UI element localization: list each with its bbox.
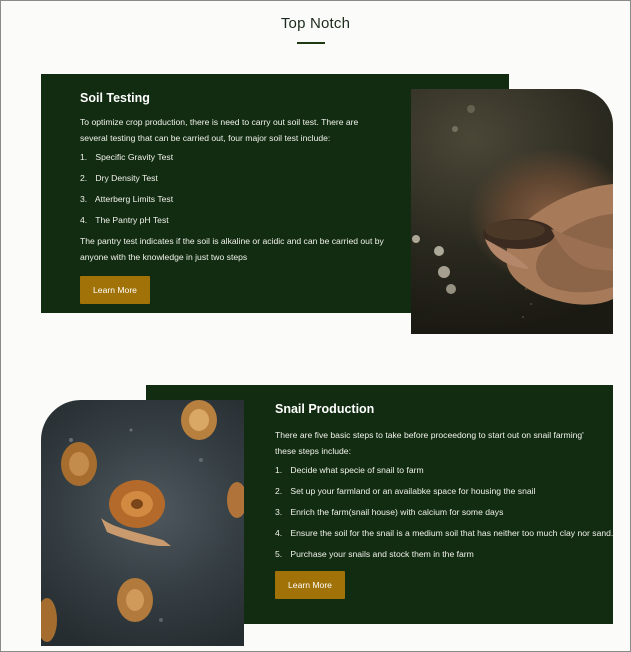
snail-production-heading: Snail Production	[275, 402, 375, 416]
list-item-label: Ensure the soil for the snail is a mediu…	[290, 528, 614, 538]
section-title: Top Notch	[280, 15, 351, 32]
snail-intro-line-1: There are five basic steps to take befor…	[275, 430, 584, 440]
soil-in-hands-image	[411, 89, 613, 334]
list-item: 2. Dry Density Test	[80, 173, 158, 183]
soil-intro-line-1: To optimize crop production, there is ne…	[80, 117, 359, 127]
list-item-number: 2.	[80, 173, 88, 183]
list-item-label: Dry Density Test	[95, 173, 158, 183]
snails-illustration	[41, 400, 244, 642]
list-item: 4. Ensure the soil for the snail is a me…	[275, 528, 613, 538]
list-item-number: 3.	[275, 507, 283, 517]
list-item: 1. Specific Gravity Test	[80, 152, 173, 162]
snail-intro-line-2: these steps include:	[275, 446, 351, 456]
list-item-number: 2.	[275, 486, 283, 496]
soil-in-hands-illustration	[412, 105, 613, 318]
title-underline	[297, 42, 325, 44]
list-item: 3. Atterberg Limits Test	[80, 194, 173, 204]
list-item-label: The Pantry pH Test	[95, 215, 169, 225]
list-item-label: Decide what specie of snail to farm	[290, 465, 424, 475]
list-item-number: 4.	[275, 528, 283, 538]
list-item: 1. Decide what specie of snail to farm	[275, 465, 424, 475]
list-item-label: Set up your farmland or an availabke spa…	[290, 486, 536, 496]
snail-learn-more-button[interactable]: Learn More	[275, 571, 345, 599]
list-item-label: Specific Gravity Test	[95, 152, 174, 162]
soil-intro-line-2: several testing that can be carried out,…	[80, 133, 331, 143]
list-item-label: Atterberg Limits Test	[94, 194, 174, 204]
list-item: 4. The Pantry pH Test	[80, 215, 169, 225]
soil-learn-more-button[interactable]: Learn More	[80, 276, 150, 304]
list-item-label: Enrich the farm(snail house) with calciu…	[290, 507, 504, 517]
list-item: 3. Enrich the farm(snail house) with cal…	[275, 507, 503, 517]
list-item-number: 5.	[275, 549, 283, 559]
list-item-number: 3.	[80, 194, 88, 204]
list-item: 5. Purchase your snails and stock them i…	[275, 549, 474, 559]
snails-image	[41, 400, 244, 646]
list-item-number: 1.	[80, 152, 88, 162]
list-item-number: 4.	[80, 215, 88, 225]
soil-outro-line-2: anyone with the knowledge in just two st…	[80, 252, 248, 262]
list-item: 2. Set up your farmland or an availabke …	[275, 486, 535, 496]
list-item-number: 1.	[275, 465, 283, 475]
soil-testing-heading: Soil Testing	[80, 91, 150, 105]
list-item-label: Purchase your snails and stock them in t…	[290, 549, 474, 559]
soil-outro-line-1: The pantry test indicates if the soil is…	[80, 236, 384, 246]
